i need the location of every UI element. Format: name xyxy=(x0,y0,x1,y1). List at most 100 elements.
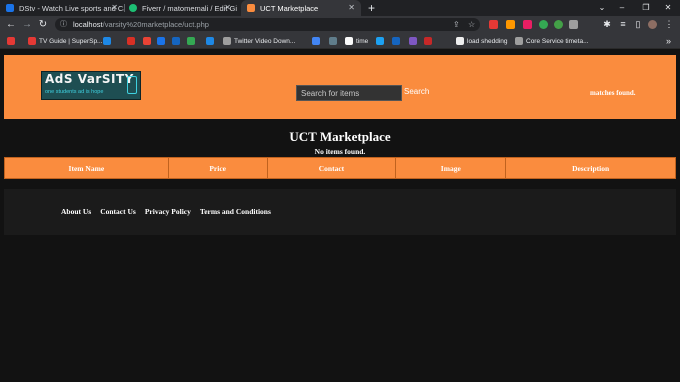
bookmark-item[interactable]: Twitter Video Down... xyxy=(223,33,295,49)
items-table: Item Name Price Contact Image Descriptio… xyxy=(4,157,676,179)
marketplace-favicon-icon xyxy=(247,4,255,12)
tab-title: DStv - Watch Live sports and Cat xyxy=(19,3,124,13)
bookmark-favicon-icon xyxy=(172,37,180,45)
close-window-button[interactable]: ✕ xyxy=(658,0,678,16)
bookmark-item[interactable] xyxy=(172,33,183,49)
bookmark-favicon-icon xyxy=(456,37,464,45)
extension-icon[interactable] xyxy=(523,20,532,29)
bookmark-label: load shedding xyxy=(467,37,508,45)
bookmark-item[interactable] xyxy=(157,33,168,49)
fiverr-favicon-icon xyxy=(129,4,137,12)
bookmark-favicon-icon xyxy=(7,37,15,45)
tab-close-icon[interactable]: ✕ xyxy=(224,3,231,12)
bookmark-item[interactable] xyxy=(409,33,420,49)
extension-icon[interactable] xyxy=(569,20,578,29)
tab-close-icon[interactable]: ✕ xyxy=(348,3,355,12)
bookmark-favicon-icon xyxy=(223,37,231,45)
site-info-icon[interactable]: ⓘ xyxy=(60,18,67,31)
minimize-button[interactable]: – xyxy=(612,0,632,16)
bookmark-item[interactable] xyxy=(312,33,323,49)
bookmark-item[interactable] xyxy=(376,33,387,49)
arrow-left-icon: ← xyxy=(6,19,16,30)
column-header-item-name: Item Name xyxy=(4,157,169,179)
extension-icon[interactable] xyxy=(506,20,515,29)
avatar[interactable] xyxy=(648,20,657,29)
bookmark-item[interactable] xyxy=(329,33,340,49)
site-header: AdS VarSITY one students ad is hope Sear… xyxy=(4,55,676,119)
matches-count-text: matches found. xyxy=(590,89,636,97)
logo-tagline: one students ad is hope xyxy=(45,89,104,95)
site-footer: About Us Contact Us Privacy Policy Terms… xyxy=(4,189,676,235)
extension-icon[interactable] xyxy=(489,20,498,29)
column-header-price: Price xyxy=(167,157,268,179)
footer-link-contact-us[interactable]: Contact Us xyxy=(100,207,136,216)
arrow-right-icon: → xyxy=(22,19,32,30)
footer-nav: About Us Contact Us Privacy Policy Terms… xyxy=(61,207,271,216)
search-button[interactable]: Search xyxy=(404,87,429,96)
bookmark-favicon-icon xyxy=(143,37,151,45)
bookmark-favicon-icon xyxy=(515,37,523,45)
bookmark-item[interactable] xyxy=(187,33,198,49)
url-host: localhost xyxy=(73,20,103,29)
bookmark-favicon-icon xyxy=(409,37,417,45)
address-bar[interactable]: ⓘ localhost/varsity%20marketplace/uct.ph… xyxy=(55,18,480,31)
back-button[interactable]: ← xyxy=(4,18,18,31)
bookmark-item[interactable]: load shedding xyxy=(456,33,507,49)
tab-title: Fiverr / matomemali / Edit Gig xyxy=(142,3,237,13)
bookmark-favicon-icon xyxy=(345,37,353,45)
bookmark-favicon-icon xyxy=(329,37,337,45)
bookmark-item[interactable] xyxy=(103,33,114,49)
bookmark-item[interactable] xyxy=(127,33,138,49)
tab-close-icon[interactable]: ✕ xyxy=(111,3,118,12)
bookmark-item[interactable]: time xyxy=(345,33,368,49)
bookmark-item[interactable] xyxy=(392,33,403,49)
bookmark-favicon-icon xyxy=(376,37,384,45)
column-header-contact: Contact xyxy=(266,157,397,179)
more-bookmarks-button[interactable]: » xyxy=(666,33,671,49)
bookmark-item[interactable] xyxy=(424,33,435,49)
bookmark-label: time xyxy=(356,37,369,45)
browser-tab-fiverr[interactable]: Fiverr / matomemali / Edit Gig ✕ xyxy=(129,0,237,16)
bookmark-item[interactable]: Core Service timeta... xyxy=(515,33,589,49)
footer-link-terms[interactable]: Terms and Conditions xyxy=(200,207,271,216)
bookmark-favicon-icon xyxy=(28,37,36,45)
forward-button[interactable]: → xyxy=(20,18,34,31)
bookmark-favicon-icon xyxy=(157,37,165,45)
side-panel-icon[interactable]: ▯ xyxy=(631,18,645,31)
tab-search-button[interactable]: ⌄ xyxy=(592,0,612,16)
extensions-puzzle-icon[interactable]: ✱ xyxy=(600,18,614,31)
browser-tab-uct-marketplace[interactable]: UCT Marketplace ✕ xyxy=(241,0,361,16)
footer-link-privacy-policy[interactable]: Privacy Policy xyxy=(145,207,191,216)
reload-button[interactable]: ↻ xyxy=(36,18,50,31)
new-tab-button[interactable]: + xyxy=(368,0,375,16)
bookmark-favicon-icon xyxy=(187,37,195,45)
empty-state-message: No items found. xyxy=(314,147,366,156)
bookmark-favicon-icon xyxy=(312,37,320,45)
bookmark-label: TV Guide | SuperSp... xyxy=(39,37,103,45)
footer-link-about-us[interactable]: About Us xyxy=(61,207,91,216)
maximize-button[interactable]: ❐ xyxy=(636,0,656,16)
column-header-description: Description xyxy=(505,157,676,179)
reload-icon: ↻ xyxy=(38,19,48,30)
extension-icon[interactable] xyxy=(554,20,563,29)
bookmark-star-icon[interactable]: ☆ xyxy=(468,18,475,31)
bookmark-favicon-icon xyxy=(392,37,400,45)
search-input[interactable] xyxy=(296,85,402,101)
bookmark-item[interactable]: TV Guide | SuperSp... xyxy=(28,33,102,49)
site-logo[interactable]: AdS VarSITY one students ad is hope xyxy=(41,71,141,100)
table-header-row: Item Name Price Contact Image Descriptio… xyxy=(4,157,676,179)
bookmark-item[interactable] xyxy=(206,33,217,49)
tab-title: UCT Marketplace xyxy=(260,3,319,13)
column-header-image: Image xyxy=(395,157,507,179)
bookmark-item[interactable] xyxy=(143,33,154,49)
browser-menu-icon[interactable]: ⋮ xyxy=(662,18,676,31)
bookmark-label: Core Service timeta... xyxy=(526,37,589,45)
browser-tab-dstv[interactable]: DStv - Watch Live sports and Cat ✕ xyxy=(6,0,124,16)
extension-icon[interactable] xyxy=(539,20,548,29)
bookmark-favicon-icon xyxy=(127,37,135,45)
reading-list-icon[interactable]: ≡ xyxy=(616,18,630,31)
bookmarks-bar: TV Guide | SuperSp... Twitter Video Down.… xyxy=(0,33,680,49)
url-path: /varsity%20marketplace/uct.php xyxy=(102,20,209,29)
bookmark-item[interactable] xyxy=(7,33,18,49)
share-icon[interactable]: ⇪ xyxy=(453,18,460,31)
